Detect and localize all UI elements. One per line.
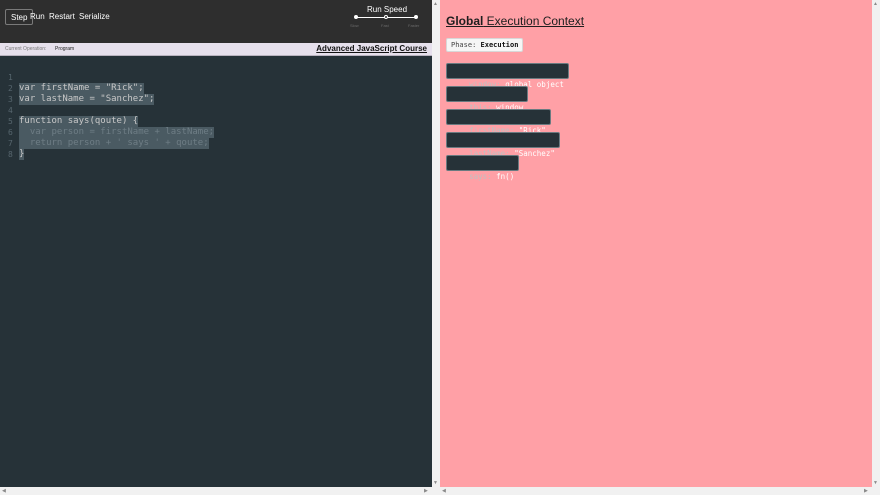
editor-pane: Step Run Restart Serialize Run Speed Slo… — [0, 0, 432, 487]
scroll-up-icon[interactable]: ▲ — [873, 0, 878, 8]
execution-context-pane: Global Execution Context Phase: Executio… — [440, 0, 873, 487]
variable-value: fn() — [496, 172, 515, 181]
context-title-bold: Global — [446, 14, 484, 28]
scroll-left-icon[interactable]: ◀ — [442, 487, 446, 495]
serialize-button[interactable]: Serialize — [75, 9, 114, 25]
code-line: 2 var lastName = "Sanchez"; — [0, 72, 432, 105]
code-line: 5 var person = firstName + lastName; — [0, 105, 432, 138]
toolbar: Step Run Restart Serialize Run Speed Slo… — [0, 0, 432, 43]
code-line: 6 return person + ' says ' + qoute; — [0, 116, 432, 149]
code-editor[interactable]: 1 var firstName = "Rick"; 2 var lastName… — [0, 57, 432, 487]
speed-label-faster: Faster — [408, 23, 420, 28]
scroll-left-icon[interactable]: ◀ — [2, 487, 6, 495]
speed-slider-handle[interactable] — [384, 15, 388, 19]
phase-value: Execution — [480, 41, 519, 49]
scroll-up-icon[interactable]: ▲ — [433, 0, 438, 8]
context-title: Global Execution Context — [446, 14, 584, 28]
variable-key: says: — [469, 172, 497, 181]
code-line: 4 function says(qoute) { — [0, 94, 432, 127]
code-line: 1 var firstName = "Rick"; — [0, 61, 432, 94]
speed-stop-slow[interactable] — [354, 15, 358, 19]
speed-label-fast: Fast — [381, 23, 389, 28]
editor-vertical-scrollbar[interactable]: ▲ ▼ — [432, 0, 440, 487]
course-link[interactable]: Advanced JavaScript Course — [316, 44, 427, 53]
scroll-down-icon[interactable]: ▼ — [433, 479, 438, 487]
context-variable: window: global object — [446, 63, 569, 89]
context-horizontal-scrollbar[interactable]: ◀ ▶ — [440, 487, 880, 495]
speed-stop-faster[interactable] — [414, 15, 418, 19]
context-variable: firstName: "Rick" — [446, 109, 551, 135]
context-variable: this: window — [446, 86, 529, 112]
phase-label: Phase: — [451, 41, 481, 49]
status-bar: Current Operation: Program Advanced Java… — [0, 43, 432, 56]
code-line: 8 — [0, 138, 432, 159]
context-variable: says: fn() — [446, 155, 520, 181]
context-title-rest: Execution Context — [483, 14, 585, 28]
scroll-down-icon[interactable]: ▼ — [873, 479, 878, 487]
code-line: 7 } — [0, 127, 432, 160]
context-vertical-scrollbar[interactable]: ▲ ▼ — [872, 0, 880, 487]
context-variable: lastName: "Sanchez" — [446, 132, 560, 158]
variable-value: "Sanchez" — [514, 149, 555, 158]
speed-label-slow: Slow — [350, 23, 359, 28]
code-line: 3 — [0, 83, 432, 104]
line-number: 8 — [8, 150, 13, 159]
editor-horizontal-scrollbar[interactable]: ◀ ▶ — [0, 487, 440, 495]
run-speed-label: Run Speed — [366, 5, 408, 14]
scroll-right-icon[interactable]: ▶ — [864, 487, 868, 495]
current-operation-label: Current Operation: — [5, 46, 47, 52]
restart-button[interactable]: Restart — [45, 9, 79, 25]
scroll-right-icon[interactable]: ▶ — [424, 487, 428, 495]
phase-badge: Phase: Execution — [446, 38, 524, 52]
current-operation-value: Program — [55, 46, 75, 52]
